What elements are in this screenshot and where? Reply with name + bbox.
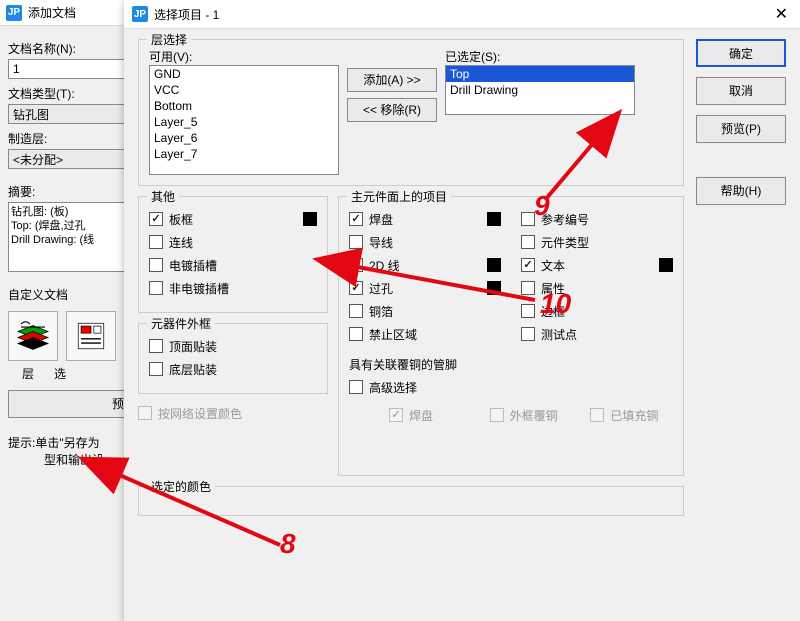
selected-color-title: 选定的颜色 <box>147 478 215 495</box>
primary-item-label: 元件类型 <box>541 234 589 251</box>
primary-item-checkbox[interactable] <box>521 212 535 226</box>
primary-item-label: 2D 线 <box>369 257 400 274</box>
primary-item-checkbox[interactable] <box>349 281 363 295</box>
other-item-checkbox[interactable] <box>149 281 163 295</box>
primary-title: 主元件面上的项目 <box>347 188 451 205</box>
primary-item-checkbox[interactable] <box>349 304 363 318</box>
primary-item-label: 导线 <box>369 234 393 251</box>
selected-label: 已选定(S): <box>445 48 635 65</box>
color-swatch[interactable] <box>659 258 673 272</box>
select-items-dialog: JP 选择项目 - 1 ✕ 层选择 可用(V): GND VCC Bottom … <box>124 0 800 621</box>
primary-item-label: 禁止区域 <box>369 326 417 343</box>
primary-item-checkbox[interactable] <box>521 327 535 341</box>
app-icon: JP <box>6 5 22 21</box>
primary-item-label: 属性 <box>541 280 565 297</box>
other-group: 其他 板框连线电镀插槽非电镀插槽 <box>138 196 328 313</box>
primary-item-checkbox[interactable] <box>521 281 535 295</box>
primary-item-label: 参考编号 <box>541 211 589 228</box>
by-net-color-checkbox <box>138 406 152 420</box>
other-item-checkbox[interactable] <box>149 235 163 249</box>
selected-list[interactable]: Top Drill Drawing <box>445 65 635 115</box>
add-button[interactable]: 添加(A) >> <box>347 68 437 92</box>
layers-icon-button[interactable] <box>8 311 58 361</box>
outline-item-checkbox[interactable] <box>149 339 163 353</box>
adv-item-label: 外框覆铜 <box>510 407 558 424</box>
assoc-copper-label: 具有关联覆铜的管脚 <box>349 356 673 373</box>
adv-select-label: 高级选择 <box>369 379 417 396</box>
primary-group: 主元件面上的项目 焊盘导线2D 线过孔铜箔禁止区域 参考编号元件类型文本属性边框… <box>338 196 684 476</box>
board-icon <box>74 319 108 353</box>
primary-item-checkbox[interactable] <box>349 212 363 226</box>
other-item-checkbox[interactable] <box>149 258 163 272</box>
primary-item-checkbox[interactable] <box>521 235 535 249</box>
primary-item-checkbox[interactable] <box>349 235 363 249</box>
list-item[interactable]: Layer_7 <box>150 146 338 162</box>
available-list[interactable]: GND VCC Bottom Layer_5 Layer_6 Layer_7 <box>149 65 339 175</box>
cancel-button[interactable]: 取消 <box>696 77 786 105</box>
secondary-icon-button[interactable] <box>66 311 116 361</box>
list-item[interactable]: VCC <box>150 82 338 98</box>
outline-title: 元器件外框 <box>147 315 215 332</box>
primary-item-label: 边框 <box>541 303 565 320</box>
by-net-color-label: 按网络设置颜色 <box>158 405 242 422</box>
adv-item-label: 已填充铜 <box>610 407 658 424</box>
adv-item-label: 焊盘 <box>409 407 433 424</box>
color-swatch[interactable] <box>487 212 501 226</box>
primary-item-label: 文本 <box>541 257 565 274</box>
list-item[interactable]: Layer_6 <box>150 130 338 146</box>
other-title: 其他 <box>147 188 179 205</box>
outline-item-label: 顶面贴装 <box>169 338 217 355</box>
color-swatch[interactable] <box>303 212 317 226</box>
layers-icon <box>15 318 51 354</box>
primary-item-label: 过孔 <box>369 280 393 297</box>
app-icon: JP <box>132 6 148 22</box>
list-item[interactable]: Drill Drawing <box>446 82 634 98</box>
primary-item-checkbox[interactable] <box>521 258 535 272</box>
other-item-label: 连线 <box>169 234 193 251</box>
color-swatch[interactable] <box>487 258 501 272</box>
other-item-label: 非电镀插槽 <box>169 280 229 297</box>
outline-item-label: 底层贴装 <box>169 361 217 378</box>
list-item[interactable]: Layer_5 <box>150 114 338 130</box>
color-swatch[interactable] <box>487 281 501 295</box>
adv-item-checkbox <box>389 408 403 422</box>
list-item[interactable]: Top <box>446 66 634 82</box>
primary-item-checkbox[interactable] <box>349 327 363 341</box>
select-items-titlebar: JP 选择项目 - 1 ✕ <box>124 0 800 29</box>
col-sel-label: 选 <box>54 365 66 382</box>
other-item-label: 板框 <box>169 211 193 228</box>
other-item-label: 电镀插槽 <box>169 257 217 274</box>
preview-button[interactable]: 预览(P) <box>696 115 786 143</box>
layer-select-title: 层选择 <box>147 31 191 48</box>
list-item[interactable]: GND <box>150 66 338 82</box>
adv-item-checkbox <box>490 408 504 422</box>
add-doc-title: 添加文档 <box>28 4 76 21</box>
col-layer-label: 层 <box>22 365 34 382</box>
outline-item-checkbox[interactable] <box>149 362 163 376</box>
ok-button[interactable]: 确定 <box>696 39 786 67</box>
other-item-checkbox[interactable] <box>149 212 163 226</box>
close-icon[interactable]: ✕ <box>771 4 792 24</box>
help-button[interactable]: 帮助(H) <box>696 177 786 205</box>
outline-group: 元器件外框 顶面贴装底层贴装 <box>138 323 328 394</box>
dialog-title: 选择项目 - 1 <box>154 6 219 23</box>
primary-item-label: 焊盘 <box>369 211 393 228</box>
adv-item-checkbox <box>590 408 604 422</box>
selected-color-group: 选定的颜色 <box>138 486 684 516</box>
adv-select-checkbox[interactable] <box>349 380 363 394</box>
primary-item-label: 测试点 <box>541 326 577 343</box>
remove-button[interactable]: << 移除(R) <box>347 98 437 122</box>
layer-select-group: 层选择 可用(V): GND VCC Bottom Layer_5 Layer_… <box>138 39 684 186</box>
primary-item-checkbox[interactable] <box>521 304 535 318</box>
primary-item-label: 铜箔 <box>369 303 393 320</box>
available-label: 可用(V): <box>149 48 339 65</box>
list-item[interactable]: Bottom <box>150 98 338 114</box>
primary-item-checkbox[interactable] <box>349 258 363 272</box>
